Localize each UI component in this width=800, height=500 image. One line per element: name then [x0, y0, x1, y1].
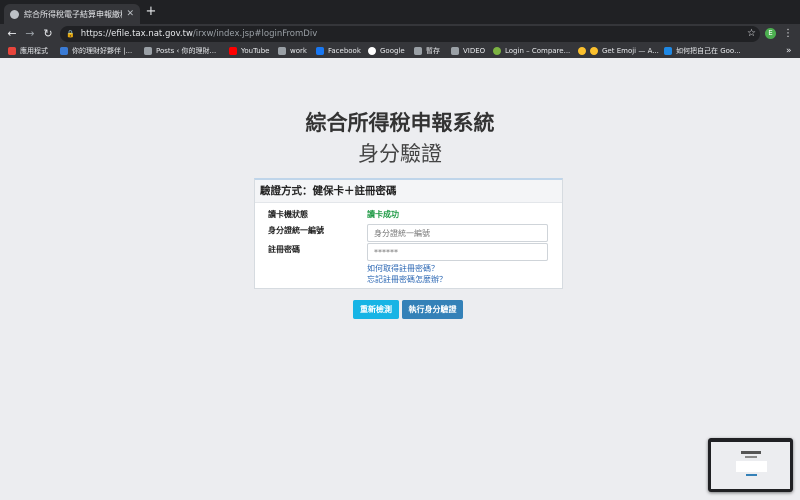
id-number-label: 身分證統一編號	[268, 226, 324, 235]
bookmark-folder[interactable]: 暫存	[414, 44, 440, 58]
apps-grid-icon	[8, 47, 16, 55]
thumbnail-panel	[736, 461, 767, 472]
bookmark-youtube[interactable]: YouTube	[229, 44, 269, 58]
bookmarks-bar: 應用程式 你的理財好夥伴 |... Posts ‹ 你的理財... YouTub…	[0, 44, 800, 58]
card-reader-status-value: 讀卡成功	[367, 210, 399, 219]
site-icon	[664, 47, 672, 55]
thumbnail-button	[746, 474, 757, 476]
verify-identity-button[interactable]: 執行身分驗證	[402, 300, 463, 319]
facebook-icon	[316, 47, 324, 55]
recheck-button[interactable]: 重新檢測	[353, 300, 399, 319]
back-arrow-icon[interactable]: ←	[4, 24, 20, 44]
bookmark-folder[interactable]: VIDEO	[451, 44, 485, 58]
globe-icon	[10, 9, 19, 19]
emoji-icon	[590, 47, 598, 55]
bookmark-item[interactable]: Posts ‹ 你的理財...	[144, 44, 216, 58]
forgot-password-link[interactable]: 忘記註冊密碼怎麼辦？	[367, 274, 447, 285]
bookmark-item[interactable]: Login – Compare...	[493, 44, 570, 58]
new-tab-button[interactable]: +	[144, 4, 158, 20]
forward-arrow-icon[interactable]: →	[22, 24, 38, 44]
reload-icon[interactable]: ↻	[40, 24, 56, 44]
tab-strip: 綜合所得稅電子結算申報繳稅系 ✕ +	[0, 0, 800, 24]
password-input[interactable]	[367, 243, 548, 261]
screenshot-thumbnail[interactable]	[708, 438, 793, 492]
bookmark-item[interactable]: 你的理財好夥伴 |...	[60, 44, 132, 58]
bookmark-folder[interactable]: work	[278, 44, 307, 58]
lock-icon: 🔒	[66, 30, 75, 38]
browser-tab[interactable]: 綜合所得稅電子結算申報繳稅系 ✕	[4, 4, 140, 24]
address-bar[interactable]: 🔒 https://efile.tax.nat.gov.tw/irxw/inde…	[60, 26, 760, 42]
bookmarks-overflow-icon[interactable]: »	[786, 44, 792, 58]
bookmark-google[interactable]: Google	[368, 44, 405, 58]
thumbnail-title	[741, 451, 761, 454]
site-icon	[60, 47, 68, 55]
bookmark-item[interactable]: 如何把自己在 Goo...	[664, 44, 741, 58]
page-icon	[144, 47, 152, 55]
verification-panel: 驗證方式：健保卡＋註冊密碼 讀卡機狀態 讀卡成功 身分證統一編號 註冊密碼 如何…	[254, 178, 563, 289]
star-icon[interactable]: ☆	[747, 26, 756, 42]
folder-icon	[451, 47, 459, 55]
panel-heading: 驗證方式：健保卡＋註冊密碼	[255, 180, 562, 203]
page-content: 綜合所得稅申報系統 身分驗證 驗證方式：健保卡＋註冊密碼 讀卡機狀態 讀卡成功 …	[0, 58, 800, 500]
tab-title: 綜合所得稅電子結算申報繳稅系	[24, 9, 122, 19]
youtube-icon	[229, 47, 237, 55]
folder-icon	[278, 47, 286, 55]
id-number-input[interactable]	[367, 224, 548, 242]
close-icon[interactable]: ✕	[126, 9, 134, 19]
kebab-menu-icon[interactable]: ⋮	[783, 26, 793, 42]
get-password-link[interactable]: 如何取得註冊密碼？	[367, 263, 439, 274]
bookmark-facebook[interactable]: Facebook	[316, 44, 361, 58]
bookmark-apps[interactable]: 應用程式	[8, 44, 48, 58]
url-path: /irxw/index.jsp#loginFromDiv	[192, 29, 318, 39]
google-icon	[368, 47, 376, 55]
url-host: https://efile.tax.nat.gov.tw	[80, 29, 193, 39]
password-label: 註冊密碼	[268, 245, 300, 254]
page-subtitle: 身分驗證	[358, 142, 442, 166]
folder-icon	[414, 47, 422, 55]
emoji-icon	[578, 47, 586, 55]
thumbnail-subtitle	[745, 456, 757, 458]
page-title: 綜合所得稅申報系統	[305, 111, 495, 135]
profile-avatar[interactable]: E	[765, 28, 776, 39]
bookmark-item[interactable]: Get Emoji — A...	[578, 44, 659, 58]
thumbnail-page	[711, 442, 790, 489]
browser-toolbar: ← → ↻ 🔒 https://efile.tax.nat.gov.tw/irx…	[0, 24, 800, 44]
card-reader-status-label: 讀卡機狀態	[268, 210, 308, 219]
site-icon	[493, 47, 501, 55]
